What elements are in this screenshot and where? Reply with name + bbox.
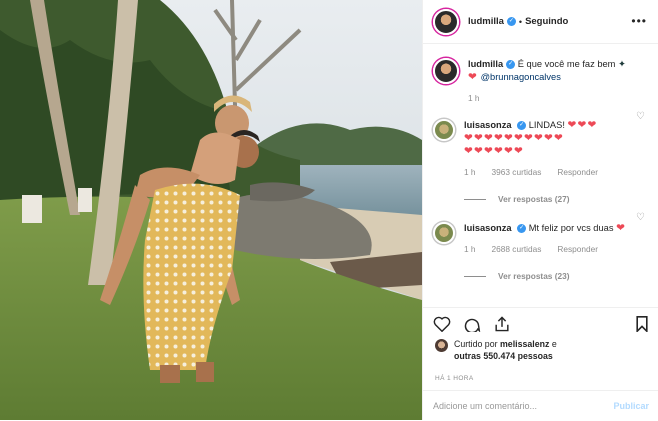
caption-avatar[interactable] (433, 58, 459, 84)
share-icon[interactable] (493, 316, 511, 332)
liker-username[interactable]: melissalenz (500, 339, 549, 349)
add-comment-bar: Publicar (423, 390, 658, 421)
comment-text-block: luisasonza ✓ LINDAS! ❤❤❤ ❤❤❤❤❤❤❤❤❤❤ ❤❤❤❤… (464, 119, 639, 206)
comment-likes-count[interactable]: 3963 curtidas (492, 166, 542, 179)
like-comment-heart-icon[interactable]: ♡ (636, 111, 645, 122)
beach-photo-illustration (0, 0, 422, 420)
comment-hearts-line-1: ❤❤❤ (567, 119, 598, 131)
verified-badge-icon: ✓ (506, 60, 516, 70)
caption-text: É que você me faz bem (517, 59, 616, 69)
view-replies-button[interactable]: Ver respostas (23) (464, 270, 639, 283)
post-photo[interactable] (0, 0, 422, 420)
replies-divider (464, 276, 486, 277)
commenter-avatar[interactable] (433, 222, 455, 244)
commenter-username[interactable]: luisasonza (464, 120, 512, 130)
likes-summary-text: Curtido por melissalenz e outras 550.474… (454, 338, 604, 362)
comment-input[interactable] (433, 401, 614, 411)
commenter-username[interactable]: luisasonza (464, 223, 512, 233)
action-icons (433, 316, 511, 332)
comment-row: luisasonza ✓ LINDAS! ❤❤❤ ❤❤❤❤❤❤❤❤❤❤ ❤❤❤❤… (423, 105, 658, 206)
comment-hearts-line-3: ❤❤❤❤❤❤ (464, 145, 524, 157)
commenter-avatar[interactable] (433, 119, 455, 141)
author-username[interactable]: ludmilla (468, 16, 504, 27)
reply-button[interactable]: Responder (557, 166, 598, 179)
separator-dot: • (518, 16, 523, 27)
caption-meta: 1 h (468, 92, 643, 105)
save-bookmark-button[interactable] (635, 316, 649, 332)
comment-time[interactable]: 1 h (464, 243, 476, 256)
caption-mention-link[interactable]: @brunnagoncalves (481, 72, 561, 82)
verified-badge-icon: ✓ (517, 224, 527, 234)
comment-likes-count[interactable]: 2688 curtidas (492, 243, 542, 256)
verified-badge-icon: ✓ (506, 17, 516, 26)
more-options-icon[interactable]: ••• (631, 14, 647, 28)
liked-by-prefix: Curtido por (454, 339, 498, 349)
author-avatar[interactable] (433, 8, 459, 35)
publish-button[interactable]: Publicar (613, 401, 649, 411)
post-actions: Curtido por melissalenz e outras 550.474… (423, 307, 658, 420)
sparkles-emoji-icon: ✦ (618, 59, 626, 69)
post-side-panel: ludmilla ✓ • Seguindo ••• ludmilla ✓ É qu… (422, 0, 658, 420)
heart-emoji-icon: ❤ (468, 71, 478, 83)
comment-text: Mt feliz por vcs duas (528, 223, 614, 233)
caption-time[interactable]: 1 h (468, 92, 480, 105)
comment-hearts-line-1: ❤ (616, 222, 627, 234)
liker-avatar[interactable] (435, 339, 448, 352)
comments-list[interactable]: ludmilla ✓ É que você me faz bem ✦ ❤ @bru… (423, 45, 658, 307)
comment-text: LINDAS! (528, 120, 565, 130)
comment-hearts-line-2: ❤❤❤❤❤❤❤❤❤❤ (464, 132, 564, 144)
view-replies-button[interactable]: Ver respostas (27) (464, 193, 639, 206)
likes-summary: Curtido por melissalenz e outras 550.474… (435, 338, 604, 362)
caption-row: ludmilla ✓ É que você me faz bem ✦ ❤ @bru… (423, 45, 658, 105)
comment-meta: 1 h 2688 curtidas Responder (464, 243, 639, 256)
caption-username[interactable]: ludmilla (468, 59, 503, 69)
view-replies-label[interactable]: Ver respostas (27) (498, 193, 569, 206)
bookmark-icon[interactable] (635, 316, 649, 332)
comment-meta: 1 h 3963 curtidas Responder (464, 166, 639, 179)
comment-text-block: luisasonza ✓ Mt feliz por vcs duas ❤ 1 h… (464, 222, 639, 283)
like-heart-icon[interactable] (433, 316, 451, 332)
view-replies-label[interactable]: Ver respostas (23) (498, 270, 569, 283)
comment-bubble-icon[interactable] (463, 316, 481, 332)
others-likes-count[interactable]: outras 550.474 pessoas (454, 351, 553, 361)
replies-divider (464, 199, 486, 200)
following-button[interactable]: Seguindo (525, 16, 568, 27)
comment-time[interactable]: 1 h (464, 166, 476, 179)
like-comment-heart-icon[interactable]: ♡ (636, 212, 645, 223)
verified-badge-icon: ✓ (517, 121, 527, 131)
likes-conjunction: e (551, 339, 557, 349)
reply-button[interactable]: Responder (557, 243, 598, 256)
post-header: ludmilla ✓ • Seguindo ••• (423, 0, 658, 44)
caption-text-block: ludmilla ✓ É que você me faz bem ✦ ❤ @bru… (468, 58, 643, 105)
comment-row: luisasonza ✓ Mt feliz por vcs duas ❤ 1 h… (423, 206, 658, 283)
post-time-ago[interactable]: HÁ 1 HORA (435, 375, 474, 382)
instagram-post-view: ludmilla ✓ • Seguindo ••• ludmilla ✓ É qu… (0, 0, 658, 420)
